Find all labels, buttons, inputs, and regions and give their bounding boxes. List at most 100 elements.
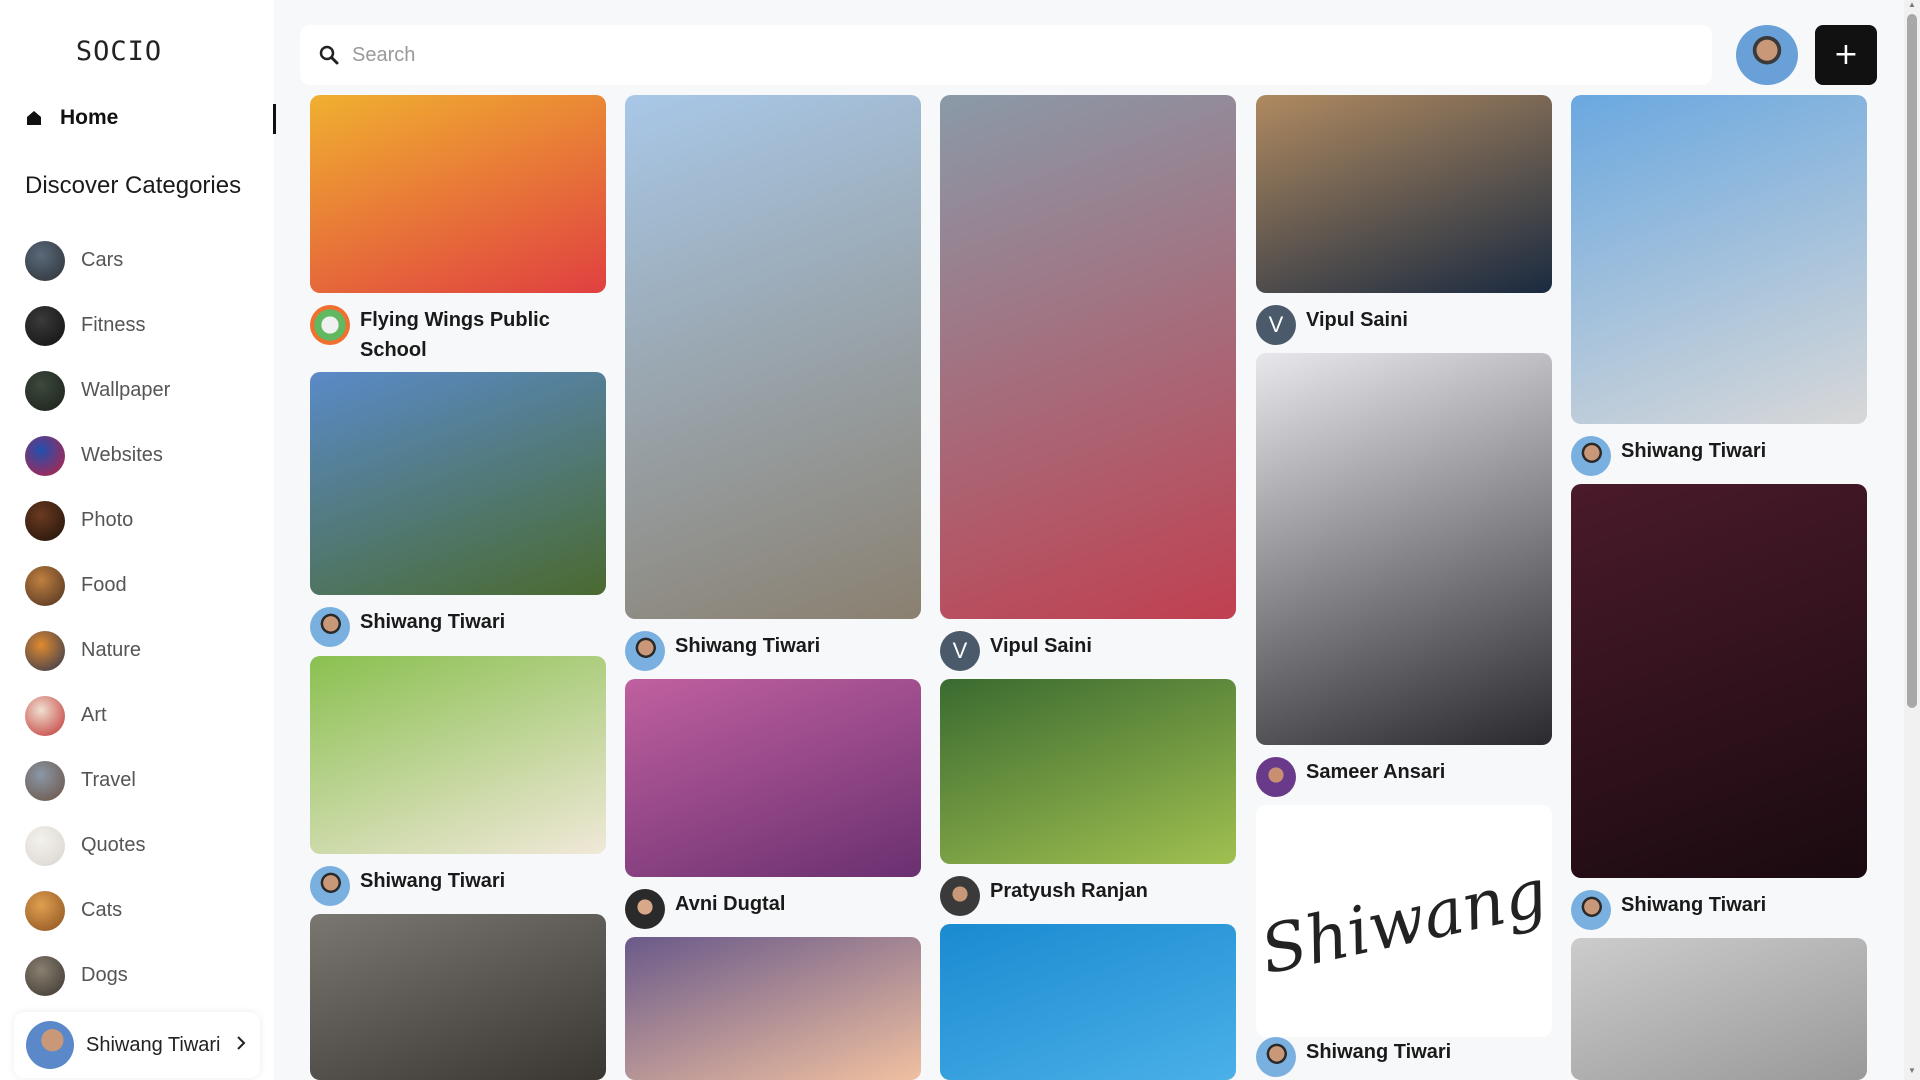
profile-name: Shiwang Tiwari bbox=[86, 1033, 221, 1056]
pin-author[interactable]: Vipul Saini bbox=[990, 631, 1092, 661]
category-item-photo[interactable]: Photo bbox=[25, 488, 255, 553]
avatar: V bbox=[1256, 305, 1296, 345]
pin-author[interactable]: Shiwang Tiwari bbox=[1621, 890, 1766, 920]
pin-meta: Shiwang Tiwari bbox=[310, 866, 606, 906]
category-item-food[interactable]: Food bbox=[25, 553, 255, 618]
active-indicator bbox=[273, 104, 276, 134]
pin-card[interactable] bbox=[1571, 938, 1867, 1080]
pin-meta: Flying Wings Public School bbox=[310, 305, 606, 365]
pin-meta: Shiwang Tiwari bbox=[1571, 436, 1867, 476]
pin-card[interactable]: Shiwang Tiwari bbox=[1571, 95, 1867, 476]
category-item-quotes[interactable]: Quotes bbox=[25, 813, 255, 878]
user-avatar-button[interactable] bbox=[1736, 25, 1798, 85]
pin-image[interactable] bbox=[1571, 484, 1867, 878]
pin-author[interactable]: Vipul Saini bbox=[1306, 305, 1408, 335]
category-thumbnail bbox=[25, 500, 65, 541]
pin-meta: V Vipul Saini bbox=[940, 631, 1236, 671]
search-input[interactable] bbox=[352, 43, 1652, 67]
category-label: Wallpaper bbox=[81, 379, 171, 401]
pin-card[interactable]: Shiwang Tiwari bbox=[310, 372, 606, 647]
pin-card[interactable]: Shiwang Tiwari bbox=[1571, 484, 1867, 930]
pin-card[interactable]: Flying Wings Public School bbox=[310, 95, 606, 365]
scroll-up-arrow-icon[interactable]: ▲ bbox=[1905, 0, 1919, 12]
pin-card[interactable] bbox=[940, 924, 1236, 1080]
category-label: Websites bbox=[81, 444, 163, 466]
nav-home[interactable]: Home bbox=[26, 104, 276, 134]
pin-author[interactable]: Avni Dugtal bbox=[675, 889, 785, 919]
pin-image[interactable] bbox=[940, 679, 1236, 864]
scroll-down-arrow-icon[interactable]: ▼ bbox=[1905, 1066, 1919, 1078]
nav-home-label: Home bbox=[60, 106, 119, 129]
pin-image[interactable] bbox=[1256, 95, 1552, 293]
pin-image[interactable] bbox=[940, 95, 1236, 619]
pin-author[interactable]: Shiwang Tiwari bbox=[675, 631, 820, 661]
add-post-button[interactable]: + bbox=[1815, 25, 1877, 85]
search-bar[interactable] bbox=[300, 25, 1712, 85]
category-item-nature[interactable]: Nature bbox=[25, 618, 255, 683]
app-logo[interactable]: SOCIO bbox=[0, 36, 238, 67]
category-item-travel[interactable]: Travel bbox=[25, 748, 255, 813]
category-thumbnail bbox=[25, 435, 65, 476]
pin-meta: Shiwang Tiwari bbox=[1256, 1037, 1552, 1077]
pin-meta: Avni Dugtal bbox=[625, 889, 921, 929]
category-item-cars[interactable]: Cars bbox=[25, 228, 255, 293]
pin-author[interactable]: Sameer Ansari bbox=[1306, 757, 1445, 787]
pin-image[interactable] bbox=[310, 656, 606, 854]
pin-meta: Pratyush Ranjan bbox=[940, 876, 1236, 916]
pin-author[interactable]: Pratyush Ranjan bbox=[990, 876, 1148, 906]
category-thumbnail bbox=[25, 305, 65, 346]
category-item-wallpaper[interactable]: Wallpaper bbox=[25, 358, 255, 423]
pin-author[interactable]: Flying Wings Public School bbox=[360, 305, 606, 365]
category-item-art[interactable]: Art bbox=[25, 683, 255, 748]
category-thumbnail bbox=[25, 890, 65, 931]
pin-image[interactable] bbox=[1571, 938, 1867, 1080]
category-item-dogs[interactable]: Dogs bbox=[25, 943, 255, 1008]
pin-card[interactable]: Shiwang Tiwari bbox=[625, 95, 921, 671]
avatar bbox=[1571, 890, 1611, 930]
category-label: Travel bbox=[81, 769, 136, 791]
pin-image[interactable] bbox=[310, 95, 606, 293]
pin-image[interactable] bbox=[625, 95, 921, 619]
pin-image[interactable] bbox=[1571, 95, 1867, 424]
pin-card[interactable]: Shiwang Tiwari bbox=[310, 656, 606, 906]
pin-card[interactable]: Shiwang Shiwang Tiwari bbox=[1256, 805, 1552, 1077]
category-item-fitness[interactable]: Fitness bbox=[25, 293, 255, 358]
category-thumbnail bbox=[25, 565, 65, 606]
category-label: Art bbox=[81, 704, 107, 726]
pin-image[interactable] bbox=[625, 937, 921, 1080]
pin-image[interactable] bbox=[310, 372, 606, 595]
pin-image[interactable] bbox=[1256, 353, 1552, 745]
profile-card[interactable]: Shiwang Tiwari bbox=[14, 1012, 260, 1078]
pin-image[interactable] bbox=[625, 679, 921, 877]
categories-heading: Discover Categories bbox=[25, 172, 242, 199]
pin-image[interactable] bbox=[310, 914, 606, 1080]
pin-card[interactable]: Avni Dugtal bbox=[625, 679, 921, 929]
pin-card[interactable] bbox=[625, 937, 921, 1080]
category-label: Quotes bbox=[81, 834, 146, 856]
category-label: Dogs bbox=[81, 964, 128, 986]
category-thumbnail bbox=[25, 240, 65, 281]
avatar bbox=[1256, 1037, 1296, 1077]
pin-meta: Shiwang Tiwari bbox=[310, 607, 606, 647]
pin-author[interactable]: Shiwang Tiwari bbox=[360, 607, 505, 637]
pin-author[interactable]: Shiwang Tiwari bbox=[360, 866, 505, 896]
avatar bbox=[625, 631, 665, 671]
pin-author[interactable]: Shiwang Tiwari bbox=[1306, 1037, 1451, 1067]
pin-author[interactable]: Shiwang Tiwari bbox=[1621, 436, 1766, 466]
category-item-websites[interactable]: Websites bbox=[25, 423, 255, 488]
pin-card[interactable]: Sameer Ansari bbox=[1256, 353, 1552, 797]
category-label: Cars bbox=[81, 249, 124, 271]
pin-meta: Shiwang Tiwari bbox=[625, 631, 921, 671]
avatar bbox=[625, 889, 665, 929]
scrollbar-thumb[interactable] bbox=[1907, 14, 1917, 708]
pin-card[interactable]: Pratyush Ranjan bbox=[940, 679, 1236, 916]
pin-image[interactable] bbox=[940, 924, 1236, 1080]
pin-card[interactable] bbox=[310, 914, 606, 1080]
search-icon bbox=[318, 44, 340, 66]
pin-image[interactable]: Shiwang bbox=[1256, 805, 1552, 1037]
category-item-cats[interactable]: Cats bbox=[25, 878, 255, 943]
category-list: Cars Fitness Wallpaper Websites Photo Fo… bbox=[25, 228, 255, 1008]
pin-card[interactable]: V Vipul Saini bbox=[1256, 95, 1552, 345]
avatar: V bbox=[940, 631, 980, 671]
pin-card[interactable]: V Vipul Saini bbox=[940, 95, 1236, 671]
